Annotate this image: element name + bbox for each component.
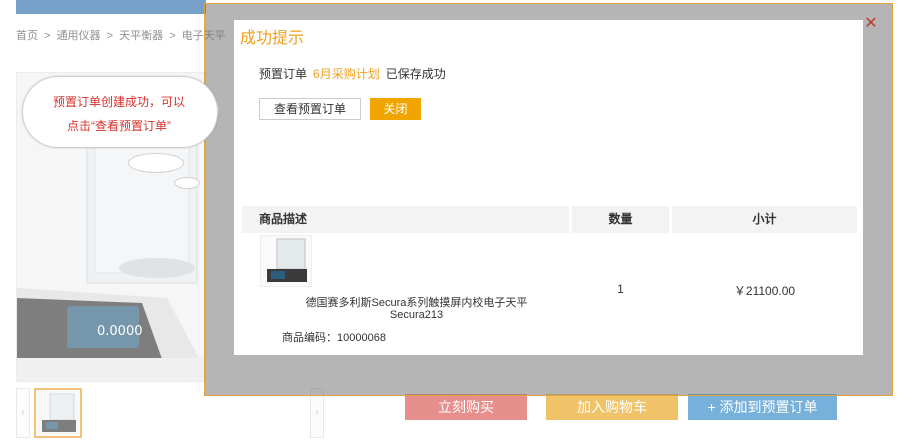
- tooltip-text: 预置订单创建成功，可以 点击“查看预置订单”: [34, 90, 204, 138]
- product-name-line1: 德国赛多利斯Secura系列触摸屏内校电子天平: [305, 297, 528, 309]
- close-button[interactable]: 关闭: [370, 98, 421, 120]
- product-quantity: 1: [617, 282, 624, 296]
- plan-name: 6月采购计划: [313, 67, 380, 81]
- product-name[interactable]: 德国赛多利斯Secura系列触摸屏内校电子天平 Secura213: [284, 297, 549, 321]
- column-header-subtotal: 小计: [672, 206, 857, 233]
- column-header-quantity: 数量: [572, 206, 669, 233]
- dialog-title: 成功提示: [240, 30, 305, 47]
- close-icon[interactable]: ✕: [864, 16, 878, 32]
- cloud-puff: [174, 177, 200, 189]
- product-name-line2: Secura213: [389, 309, 444, 321]
- message-prefix: 预置订单: [259, 67, 308, 81]
- product-subtotal: ￥21100.00: [733, 284, 796, 298]
- table-header: 商品描述 数量 小计: [242, 206, 857, 233]
- product-image[interactable]: [260, 235, 312, 287]
- balance-product-icon: [261, 236, 311, 286]
- view-preorder-button[interactable]: 查看预置订单: [259, 98, 361, 120]
- cloud-puff: [128, 153, 184, 173]
- tooltip-line1: 预置订单创建成功，可以: [52, 95, 185, 109]
- success-message: 预置订单 6月采购计划 已保存成功: [259, 65, 446, 82]
- column-header-description: 商品描述: [242, 206, 569, 233]
- message-suffix: 已保存成功: [385, 67, 446, 81]
- tooltip-line2: 点击“查看预置订单”: [67, 119, 171, 133]
- product-code: 商品编码：10000068: [282, 332, 386, 344]
- success-dialog: 成功提示 预置订单 6月采购计划 已保存成功 查看预置订单 关闭 商品描述 数量 小…: [234, 20, 863, 355]
